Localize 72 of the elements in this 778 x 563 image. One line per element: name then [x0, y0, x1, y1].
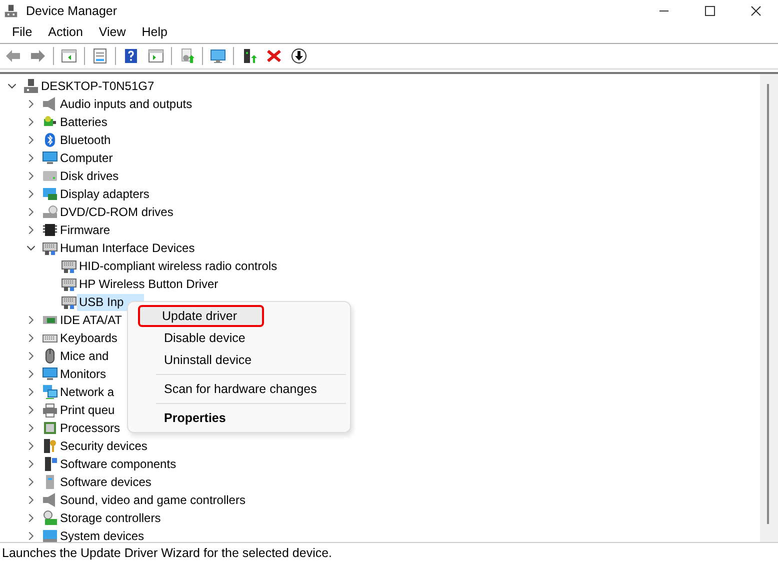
tree-item[interactable]: IDE ATA/AT — [58, 312, 124, 328]
tree-item[interactable]: HID-compliant wireless radio controls — [77, 258, 280, 274]
close-icon[interactable] — [750, 5, 762, 17]
maximize-icon[interactable] — [704, 5, 716, 17]
tree-item[interactable]: Mice and — [58, 348, 111, 364]
tree-item[interactable]: Audio inputs and outputs — [58, 96, 194, 112]
download-icon — [291, 48, 307, 64]
device-icon — [42, 168, 58, 184]
device-icon — [61, 294, 77, 310]
properties-icon — [92, 48, 108, 64]
pane-icon — [148, 48, 164, 64]
tree-item[interactable]: Storage controllers — [58, 510, 163, 526]
tree-item[interactable]: Print queu — [58, 402, 117, 418]
device-icon — [61, 258, 77, 274]
device-icon — [42, 240, 58, 256]
tree-item[interactable]: Computer — [58, 150, 115, 166]
tree-item[interactable]: Bluetooth — [58, 132, 113, 148]
menu-item[interactable]: Help — [134, 21, 176, 44]
tree-item[interactable]: Firmware — [58, 222, 112, 238]
device-icon — [42, 438, 58, 454]
menu-item[interactable]: Uninstall device — [132, 349, 346, 371]
menu-item[interactable]: File — [4, 21, 40, 44]
download-button[interactable] — [289, 46, 309, 66]
tree-item[interactable]: Processors — [58, 420, 122, 436]
pane-icon — [61, 48, 77, 64]
device-icon — [42, 132, 58, 148]
monitor-icon — [210, 48, 226, 64]
scrollbar[interactable] — [760, 74, 778, 542]
status-text: Launches the Update Driver Wizard for the selected device. — [0, 542, 778, 563]
help-icon — [123, 48, 139, 64]
delete-icon — [266, 48, 282, 64]
tree-item[interactable]: Security devices — [58, 438, 150, 454]
device-icon — [42, 456, 58, 472]
device-icon — [42, 510, 58, 526]
tree-item[interactable]: HP Wireless Button Driver — [77, 276, 220, 292]
tree-item[interactable]: Disk drives — [58, 168, 121, 184]
tree-item[interactable]: Sound, video and game controllers — [58, 492, 248, 508]
device-icon — [42, 528, 58, 542]
device-icon — [42, 186, 58, 202]
tree-item[interactable]: DVD/CD-ROM drives — [58, 204, 176, 220]
device-icon — [23, 78, 39, 94]
menu-item[interactable]: Disable device — [132, 327, 346, 349]
device-icon — [42, 492, 58, 508]
tree-item[interactable]: Keyboards — [58, 330, 120, 346]
tree-item[interactable]: System devices — [58, 528, 146, 542]
device-icon — [42, 402, 58, 418]
tree-item[interactable]: Network a — [58, 384, 116, 400]
device-icon — [42, 222, 58, 238]
menu-item[interactable]: Action — [40, 21, 91, 44]
tree-item[interactable]: Human Interface Devices — [58, 240, 197, 256]
device-icon — [42, 204, 58, 220]
device-icon — [61, 276, 77, 292]
tree-item[interactable]: Batteries — [58, 114, 110, 130]
tree-item[interactable]: DESKTOP-T0N51G7 — [39, 78, 156, 94]
tree-item[interactable]: Software devices — [58, 474, 154, 490]
menu-item[interactable]: Update driver — [138, 305, 264, 327]
menu-item[interactable]: Scan for hardware changes — [132, 378, 346, 400]
update-driver-icon — [241, 48, 257, 64]
menu-item[interactable]: View — [90, 21, 134, 44]
back-icon — [5, 48, 21, 64]
device-icon — [42, 420, 58, 436]
window-title: Device Manager — [26, 2, 118, 20]
app-icon — [4, 4, 18, 18]
tree-item[interactable]: Monitors — [58, 366, 108, 382]
tree-item[interactable]: Software components — [58, 456, 178, 472]
menu-item[interactable]: Properties — [132, 407, 346, 429]
forward-icon — [30, 48, 46, 64]
tree-item[interactable]: Display adapters — [58, 186, 152, 202]
device-icon — [42, 384, 58, 400]
device-icon — [42, 96, 58, 112]
device-icon — [42, 366, 58, 382]
device-icon — [42, 150, 58, 166]
